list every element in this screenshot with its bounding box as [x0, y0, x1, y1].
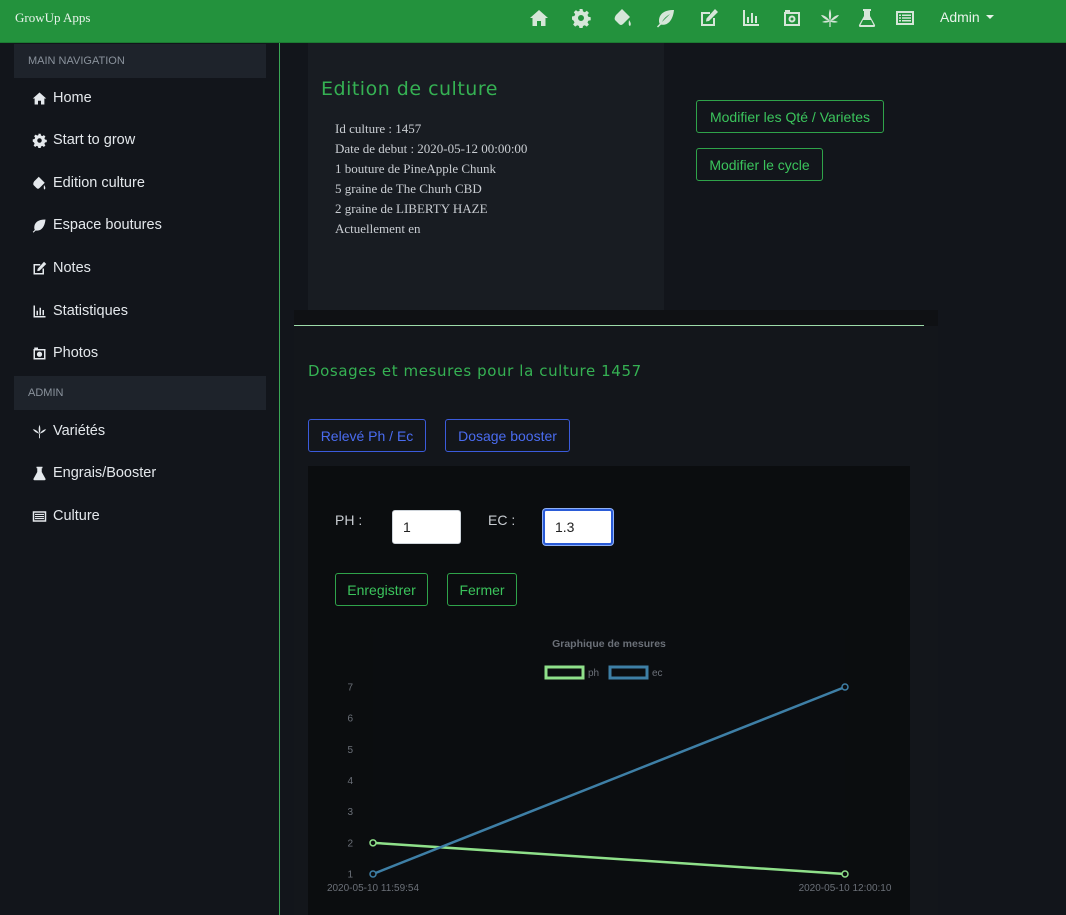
edition-title: Edition de culture — [321, 78, 498, 100]
save-button[interactable]: Enregistrer — [335, 573, 428, 606]
sidebar-header-main: MAIN NAVIGATION — [14, 44, 266, 78]
chart-title: Graphique de mesures — [552, 638, 666, 650]
flask-icon[interactable] — [856, 7, 878, 29]
top-navbar: GrowUp Apps Admin — [0, 0, 1066, 43]
list-alt-icon[interactable] — [894, 7, 916, 29]
sidebar-item-photos[interactable]: Photos — [30, 342, 98, 364]
section-divider — [294, 325, 924, 326]
x-tick-label: 2020-05-10 12:00:10 — [799, 883, 892, 894]
sidebar-item-label: Photos — [53, 345, 99, 361]
culture-line: 1 bouture de PineApple Chunk — [335, 161, 497, 176]
y-tick-label: 5 — [347, 745, 353, 756]
chart-bar-icon — [30, 303, 48, 319]
leaf-icon — [30, 217, 48, 233]
sidebar-item-engrais-booster[interactable]: Engrais/Booster — [30, 462, 156, 484]
data-point-ec — [841, 683, 849, 691]
camera-icon — [30, 345, 48, 361]
sidebar-item-edition-culture[interactable]: Edition culture — [30, 172, 145, 194]
sidebar-item-label: Notes — [53, 260, 91, 276]
edit-icon — [30, 260, 48, 276]
culture-line: 5 graine de The Churh CBD — [335, 181, 482, 196]
sidebar-item-espace-boutures[interactable]: Espace boutures — [30, 214, 162, 236]
y-tick-label: 2 — [347, 838, 353, 849]
home-icon[interactable] — [528, 7, 550, 29]
modify-qty-varieties-button[interactable]: Modifier les Qté / Varietes — [696, 100, 884, 133]
dosage-booster-button[interactable]: Dosage booster — [445, 419, 570, 452]
paint-bucket-icon — [30, 175, 48, 191]
sidebar-item-label: Variétés — [53, 423, 106, 439]
culture-line: 2 graine de LIBERTY HAZE — [335, 201, 488, 216]
gear-icon[interactable] — [570, 7, 592, 29]
legend-label-ec: ec — [652, 668, 663, 679]
modify-cycle-button[interactable]: Modifier le cycle — [696, 148, 823, 181]
releve-ph-ec-button[interactable]: Relevé Ph / Ec — [308, 419, 426, 452]
sidebar-item-start-to-grow[interactable]: Start to grow — [30, 129, 135, 151]
chart-y-axis: 1 2 3 4 5 6 7 — [347, 683, 353, 881]
x-tick-label: 2020-05-10 11:59:54 — [327, 883, 420, 894]
y-tick-label: 4 — [347, 776, 353, 787]
sidebar-item-label: Statistiques — [53, 303, 128, 319]
brand-logo[interactable]: GrowUp Apps — [15, 10, 90, 26]
sidebar-item-label: Start to grow — [53, 132, 136, 148]
user-menu-label: Admin — [940, 9, 980, 25]
sidebar-item-label: Espace boutures — [53, 217, 162, 233]
paint-bucket-icon[interactable] — [612, 7, 634, 29]
sidebar-item-label: Home — [53, 90, 92, 106]
y-tick-label: 7 — [347, 683, 353, 694]
cannabis-leaf-icon — [30, 423, 48, 439]
user-menu-dropdown[interactable]: Admin — [940, 9, 994, 25]
sidebar-item-label: Culture — [53, 508, 100, 524]
sidebar-item-varietes[interactable]: Variétés — [30, 420, 105, 442]
y-tick-label: 3 — [347, 807, 353, 818]
dosage-title: Dosages et mesures pour la culture 1457 — [308, 362, 642, 380]
close-button[interactable]: Fermer — [447, 573, 517, 606]
sidebar-item-statistiques[interactable]: Statistiques — [30, 300, 128, 322]
list-alt-icon — [30, 508, 48, 524]
y-tick-label: 6 — [347, 714, 353, 725]
sidebar-item-notes[interactable]: Notes — [30, 257, 91, 279]
home-icon — [30, 90, 48, 106]
y-tick-label: 1 — [347, 870, 353, 881]
ph-input[interactable] — [392, 510, 461, 544]
ec-input[interactable] — [543, 509, 613, 545]
flask-icon — [30, 465, 48, 481]
data-point-ph — [841, 870, 849, 878]
camera-icon[interactable] — [781, 7, 803, 29]
gear-icon — [30, 132, 48, 148]
sidebar: MAIN NAVIGATION Home Start to grow Editi… — [0, 43, 280, 915]
measures-chart: Graphique de mesures ph ec 1 2 3 4 5 6 7 2020-0… — [327, 630, 892, 894]
chart-bar-icon[interactable] — [740, 7, 762, 29]
culture-status: Actuellement en — [335, 221, 421, 236]
culture-start-date: Date de debut : 2020-05-12 00:00:00 — [335, 141, 528, 156]
caret-down-icon — [985, 15, 994, 19]
edit-icon[interactable] — [698, 7, 720, 29]
data-point-ec — [369, 870, 377, 878]
leaf-icon[interactable] — [655, 7, 677, 29]
sidebar-item-home[interactable]: Home — [30, 87, 92, 109]
sidebar-item-label: Edition culture — [53, 175, 145, 191]
data-point-ph — [369, 839, 377, 847]
cannabis-leaf-icon[interactable] — [819, 7, 841, 29]
sidebar-item-culture[interactable]: Culture — [30, 505, 100, 527]
legend-label-ph: ph — [588, 668, 599, 679]
sidebar-header-admin: ADMIN — [14, 376, 266, 410]
culture-id: Id culture : 1457 — [335, 121, 422, 136]
ec-label: EC : — [488, 512, 516, 528]
sidebar-item-label: Engrais/Booster — [53, 465, 157, 481]
ph-label: PH : — [335, 512, 363, 528]
